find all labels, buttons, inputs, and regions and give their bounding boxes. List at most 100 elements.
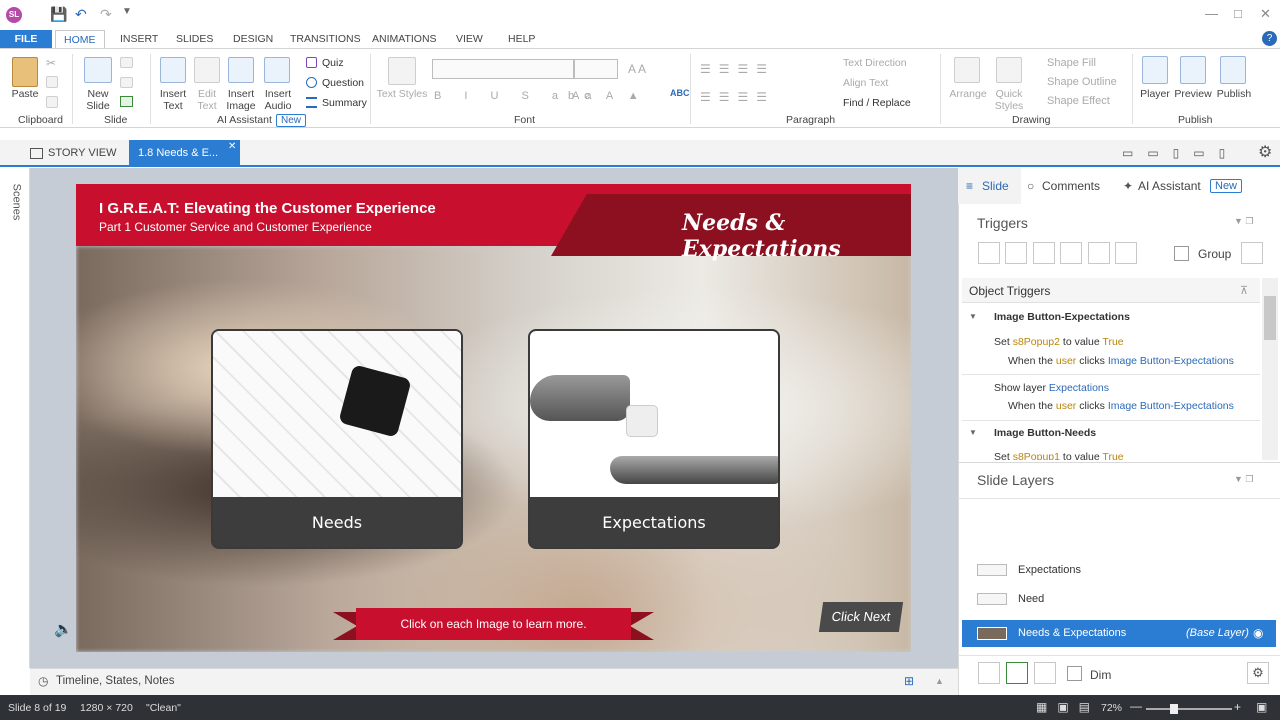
copy-icon[interactable] [46,76,58,88]
fit-window-icon[interactable]: ▣ [1256,700,1267,714]
paste-button[interactable]: Paste [8,88,42,100]
tab-story-view[interactable]: STORY VIEW [48,140,116,167]
zoom-out-icon[interactable]: — [1130,699,1142,713]
layer-settings-icon[interactable]: ⚙ [1247,662,1269,684]
minimize-icon[interactable]: — [1205,6,1218,21]
shape-fill-button[interactable]: Shape Fill [1047,57,1096,69]
tab-home[interactable]: HOME [55,30,105,49]
quick-styles-button[interactable]: Quick Styles [990,88,1028,112]
insert-image-button[interactable]: Insert Image [222,88,260,112]
publish-icon[interactable] [1220,56,1246,84]
publish-button[interactable]: Publish [1214,88,1254,100]
cut-icon[interactable]: ✂ [46,56,56,70]
insert-image-icon[interactable] [228,57,254,83]
customize-icon[interactable]: ▼ [122,6,132,17]
move-trigger-icon[interactable] [1115,242,1137,264]
undo-icon[interactable]: ↶ [75,6,87,23]
view-mode-icons[interactable]: ▦▣▤ [1036,700,1100,714]
expand-arrow-icon[interactable]: ▼ [969,428,977,437]
align-icons[interactable]: ☰☰☰☰ [700,90,775,104]
question-button[interactable]: Question [322,77,364,89]
trigger-item[interactable]: Set s8Popup1 to value True [994,451,1124,460]
tab-insert[interactable]: INSERT [112,30,166,49]
insert-audio-button[interactable]: Insert Audio [258,88,298,112]
quick-styles-icon[interactable] [996,57,1022,83]
device-view-icons[interactable]: ▭▭▯▭▯ [1122,146,1239,160]
needs-image-button[interactable]: Needs [211,329,463,549]
trigger-item[interactable]: Set s8Popup2 to value True [994,336,1124,348]
shape-effect-button[interactable]: Shape Effect [1047,95,1110,107]
quiz-button[interactable]: Quiz [322,57,344,69]
tab-transitions[interactable]: TRANSITIONS [282,30,369,49]
preview-icon[interactable] [1180,56,1206,84]
timeline-pin-icon[interactable]: ⊞ [904,674,914,688]
format-painter-icon[interactable] [46,96,58,108]
dim-checkbox[interactable] [1067,666,1082,681]
text-styles-icon[interactable] [388,57,416,85]
new-layer-icon[interactable] [978,662,1000,684]
text-styles-button[interactable]: Text Styles [376,88,428,100]
shape-outline-button[interactable]: Shape Outline [1047,76,1117,88]
font-size-select[interactable] [574,59,618,79]
insert-text-button[interactable]: Insert Text [154,88,192,112]
timeline-toggle[interactable]: Timeline, States, Notes [56,675,174,687]
duplicate-icon[interactable] [120,96,133,107]
align-text-button[interactable]: Align Text [843,77,888,89]
summary-button[interactable]: Summary [322,97,367,109]
arrange-icon[interactable] [954,57,980,83]
tab-comments[interactable]: Comments [1042,179,1100,193]
close-tab-icon[interactable]: ✕ [228,141,236,152]
preview-button[interactable]: Preview [1172,88,1214,100]
new-trigger-icon[interactable] [978,242,1000,264]
font-family-select[interactable] [432,59,574,79]
insert-text-icon[interactable] [160,57,186,83]
edit-trigger-icon[interactable] [1005,242,1027,264]
zoom-slider-thumb[interactable] [1170,704,1178,714]
scrollbar-thumb[interactable] [1264,296,1276,340]
tab-slide[interactable]: Slide [982,179,1009,193]
find-replace-button[interactable]: Find / Replace [843,97,911,109]
audio-icon[interactable]: 🔈 [54,620,73,638]
font-color-icons[interactable]: Aa A ▲ [572,90,645,102]
tab-file[interactable]: FILE [0,30,52,49]
variables-icon[interactable] [1241,242,1263,264]
zoom-slider[interactable] [1146,708,1232,710]
expand-arrow-icon[interactable]: ▼ [969,312,977,321]
panel-menu-icon[interactable]: ▼ ❐ [1234,216,1253,227]
help-icon[interactable]: ? [1262,31,1277,46]
settings-icon[interactable]: ⚙ [1258,142,1272,162]
layer-need[interactable]: Need [1018,593,1044,605]
list-icons[interactable]: ☰☰☰☰ [700,62,775,76]
collapse-all-icon[interactable]: ⊼ [1240,284,1248,297]
copy-trigger-icon[interactable] [1033,242,1055,264]
expand-icon[interactable]: ▲ [935,676,944,686]
text-direction-button[interactable]: Text Direction [843,57,907,69]
player-button[interactable]: Player [1136,88,1174,100]
tab-current-slide[interactable]: 1.8 Needs & E... [129,140,240,167]
panel-menu-icon[interactable]: ▼ ❐ [1234,474,1253,485]
save-icon[interactable]: 💾 [50,6,67,23]
new-slide-icon[interactable] [84,57,112,83]
layer-expectations[interactable]: Expectations [1018,564,1081,576]
group-checkbox[interactable] [1174,246,1189,261]
paste-trigger-icon[interactable] [1060,242,1082,264]
player-icon[interactable] [1142,56,1168,84]
maximize-icon[interactable]: □ [1234,6,1242,21]
reset-icon[interactable] [120,77,133,88]
grow-font-icon[interactable]: A A [628,62,646,76]
tab-view[interactable]: VIEW [448,30,491,49]
new-slide-button[interactable]: New Slide [78,88,118,112]
redo-icon[interactable]: ↷ [100,6,112,23]
delete-trigger-icon[interactable] [1088,242,1110,264]
tab-design[interactable]: DESIGN [225,30,281,49]
duplicate-layer-icon[interactable] [1006,662,1028,684]
zoom-in-icon[interactable]: + [1234,700,1241,714]
insert-audio-icon[interactable] [264,57,290,83]
tab-animations[interactable]: ANIMATIONS [364,30,445,49]
tab-slides[interactable]: SLIDES [168,30,221,49]
trigger-item[interactable]: Show layer Expectations [994,382,1109,394]
arrange-button[interactable]: Arrange [946,88,990,100]
tab-ai-assistant[interactable]: AI Assistant [1138,179,1201,193]
visibility-icon[interactable]: ◉ [1253,626,1263,640]
paste-icon[interactable] [12,57,38,87]
